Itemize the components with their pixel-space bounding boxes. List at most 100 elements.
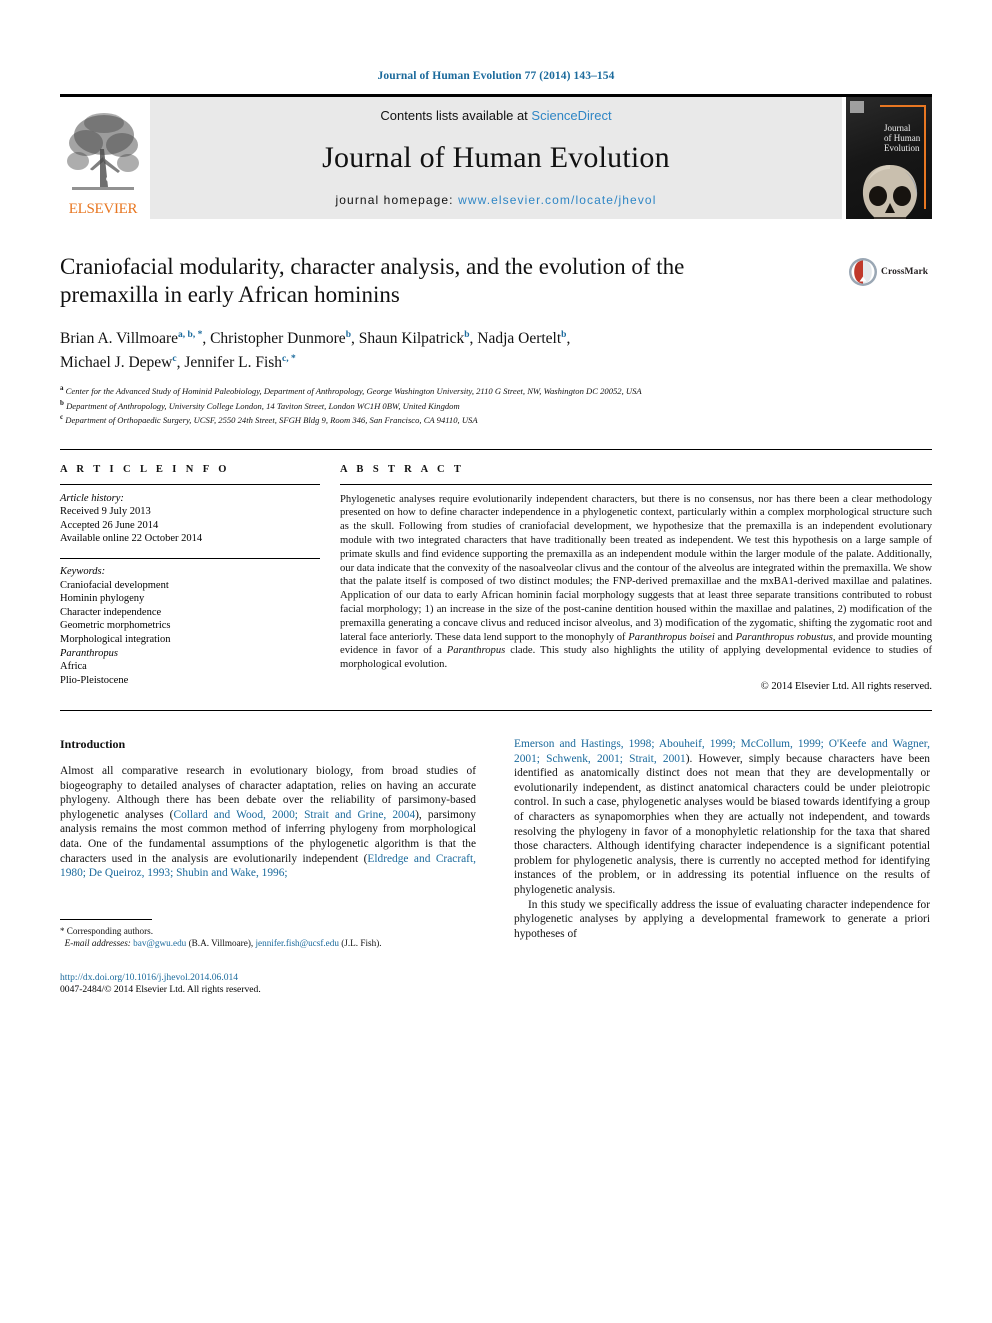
keyword-item: Character independence	[60, 606, 162, 618]
footnote-email-label: E-mail addresses:	[64, 938, 131, 949]
abstract-part: and	[714, 631, 736, 643]
contents-list-line: Contents lists available at ScienceDirec…	[380, 108, 611, 123]
divider	[60, 558, 320, 560]
article-history-label: Article history:	[60, 492, 124, 504]
author-affil-marker: b	[345, 330, 351, 340]
author-name: Brian A. Villmoare	[60, 330, 179, 348]
cover-accent-right	[924, 105, 926, 209]
footnote-email-owner: (J.L. Fish).	[341, 938, 382, 949]
cover-title-line-2: of Human	[884, 133, 921, 143]
paragraph-part: In this study we specifically address th…	[514, 898, 930, 940]
divider	[340, 483, 932, 485]
affiliation-list: a Center for the Advanced Study of Homin…	[60, 383, 932, 426]
history-item: Accepted 26 June 2014	[60, 519, 159, 531]
body-right-column: Emerson and Hastings, 1998; Abouheif, 19…	[514, 737, 930, 997]
abstract-italic-taxon: Paranthropus robustus	[735, 631, 833, 643]
crossmark-label: CrossMark	[881, 267, 929, 277]
abstract-part: Phylogenetic analyses require evolutiona…	[340, 493, 932, 643]
imprint-block: http://dx.doi.org/10.1016/j.jhevol.2014.…	[60, 972, 476, 997]
affiliation-marker: b	[60, 398, 64, 407]
sciencedirect-link[interactable]: ScienceDirect	[531, 108, 611, 123]
author-list: Brian A. Villmoarea, b, *, Christopher D…	[60, 325, 932, 373]
journal-masthead: ELSEVIER Contents lists available at Sci…	[60, 94, 932, 219]
journal-banner: Contents lists available at ScienceDirec…	[150, 97, 842, 219]
cover-title-line-3: Evolution	[884, 143, 920, 153]
author-name: Christopher Dunmore	[210, 330, 346, 348]
author-name: Shaun Kilpatrick	[358, 330, 465, 348]
email-link-villmoare[interactable]: bav@gwu.edu	[133, 938, 186, 948]
footnote-star: *	[60, 925, 65, 936]
section-heading-introduction: Introduction	[60, 737, 126, 752]
running-head: Journal of Human Evolution 77 (2014) 143…	[377, 70, 615, 82]
paragraph: Almost all comparative research in evolu…	[60, 764, 476, 881]
article-history: Article history: Received 9 July 2013 Ac…	[60, 492, 320, 546]
title-block: Craniofacial modularity, character analy…	[60, 253, 932, 309]
abstract-italic-taxon: Paranthropus	[446, 645, 506, 657]
citation-link[interactable]: Collard and Wood, 2000; Strait and Grine…	[173, 809, 415, 821]
paragraph: Emerson and Hastings, 1998; Abouheif, 19…	[514, 737, 930, 898]
paragraph-part: ). However, simply because characters ha…	[514, 752, 930, 896]
affiliation-marker: a	[60, 384, 64, 393]
contents-prefix: Contents lists available at	[380, 108, 532, 123]
journal-cover-thumbnail: Journal of Human Evolution	[846, 97, 932, 219]
abstract-heading: A B S T R A C T	[340, 463, 465, 475]
elsevier-wordmark: ELSEVIER	[68, 201, 138, 217]
cover-accent-top	[880, 105, 926, 107]
crossmark-badge[interactable]: CrossMark	[848, 255, 932, 289]
homepage-url[interactable]: www.elsevier.com/locate/jhevol	[458, 193, 656, 207]
abstract-text: Phylogenetic analyses require evolutiona…	[340, 493, 932, 672]
article-info-column: A R T I C L E I N F O Article history: R…	[60, 450, 320, 692]
author-name: Michael J. Depew	[60, 354, 173, 372]
author-affil-marker: b	[561, 330, 567, 340]
author-affil-marker: a, b, *	[178, 330, 203, 340]
affiliation-text: Department of Orthopaedic Surgery, UCSF,…	[65, 415, 478, 426]
keyword-list: Keywords: Craniofacial development Homin…	[60, 565, 320, 687]
affiliation-item: b Department of Anthropology, University…	[60, 398, 932, 412]
cover-title: Journal of Human Evolution	[884, 123, 920, 153]
author-name: Nadja Oertelt	[477, 330, 562, 348]
journal-homepage-line: journal homepage: www.elsevier.com/locat…	[336, 193, 657, 207]
keyword-item: Geometric morphometrics	[60, 620, 171, 632]
info-abstract-section: A R T I C L E I N F O Article history: R…	[60, 448, 932, 692]
footnote-corresponding: Corresponding authors.	[66, 925, 154, 936]
paragraph: In this study we specifically address th…	[514, 898, 930, 942]
author-line-1: Brian A. Villmoarea, b, *, Christopher D…	[60, 330, 571, 348]
elsevier-logo: ELSEVIER	[60, 97, 146, 219]
abstract-copyright: © 2014 Elsevier Ltd. All rights reserved…	[760, 681, 932, 693]
keyword-item: Craniofacial development	[60, 579, 169, 591]
history-item: Received 9 July 2013	[60, 506, 151, 518]
email-link-fish[interactable]: jennifer.fish@ucsf.edu	[255, 938, 338, 948]
homepage-label: journal homepage:	[335, 193, 459, 207]
author-affil-marker: b	[464, 330, 470, 340]
cover-title-line-1: Journal	[884, 123, 911, 133]
divider	[60, 483, 320, 485]
corresponding-author-footnote: * Corresponding authors. E-mail addresse…	[60, 918, 476, 950]
crossmark-icon	[849, 258, 877, 286]
author-line-2: Michael J. Depewc, Jennifer L. Fishc, *	[60, 354, 296, 372]
keyword-item: Paranthropus	[60, 647, 118, 659]
history-item: Available online 22 October 2014	[60, 533, 203, 545]
keywords-label: Keywords:	[60, 566, 106, 578]
keyword-item: Plio-Pleistocene	[60, 674, 129, 686]
skull-icon	[862, 165, 918, 219]
affiliation-text: Department of Anthropology, University C…	[66, 400, 460, 411]
article-info-heading: A R T I C L E I N F O	[60, 463, 230, 475]
abstract-italic-taxon: Paranthropus boisei	[628, 631, 715, 643]
abstract-column: A B S T R A C T Phylogenetic analyses re…	[340, 450, 932, 692]
author-affil-marker: c, *	[282, 354, 296, 365]
elsevier-tree-icon	[67, 113, 139, 190]
footnote-email-owner: (B.A. Villmoare)	[188, 938, 251, 949]
keyword-item: Africa	[60, 661, 87, 673]
author-name: Jennifer L. Fish	[184, 354, 283, 372]
keyword-item: Morphological integration	[60, 634, 171, 646]
footnote-divider	[60, 918, 152, 920]
author-affil-marker: c	[172, 354, 177, 365]
keyword-item: Hominin phylogeny	[60, 593, 145, 605]
affiliation-text: Center for the Advanced Study of Hominid…	[65, 386, 642, 397]
affiliation-item: c Department of Orthopaedic Surgery, UCS…	[60, 412, 932, 426]
body-left-column: Introduction Almost all comparative rese…	[60, 737, 476, 997]
affiliation-marker: c	[60, 413, 64, 422]
affiliation-item: a Center for the Advanced Study of Homin…	[60, 383, 932, 397]
footnote-text: * Corresponding authors. E-mail addresse…	[60, 925, 382, 949]
doi-link[interactable]: http://dx.doi.org/10.1016/j.jhevol.2014.…	[60, 972, 476, 985]
